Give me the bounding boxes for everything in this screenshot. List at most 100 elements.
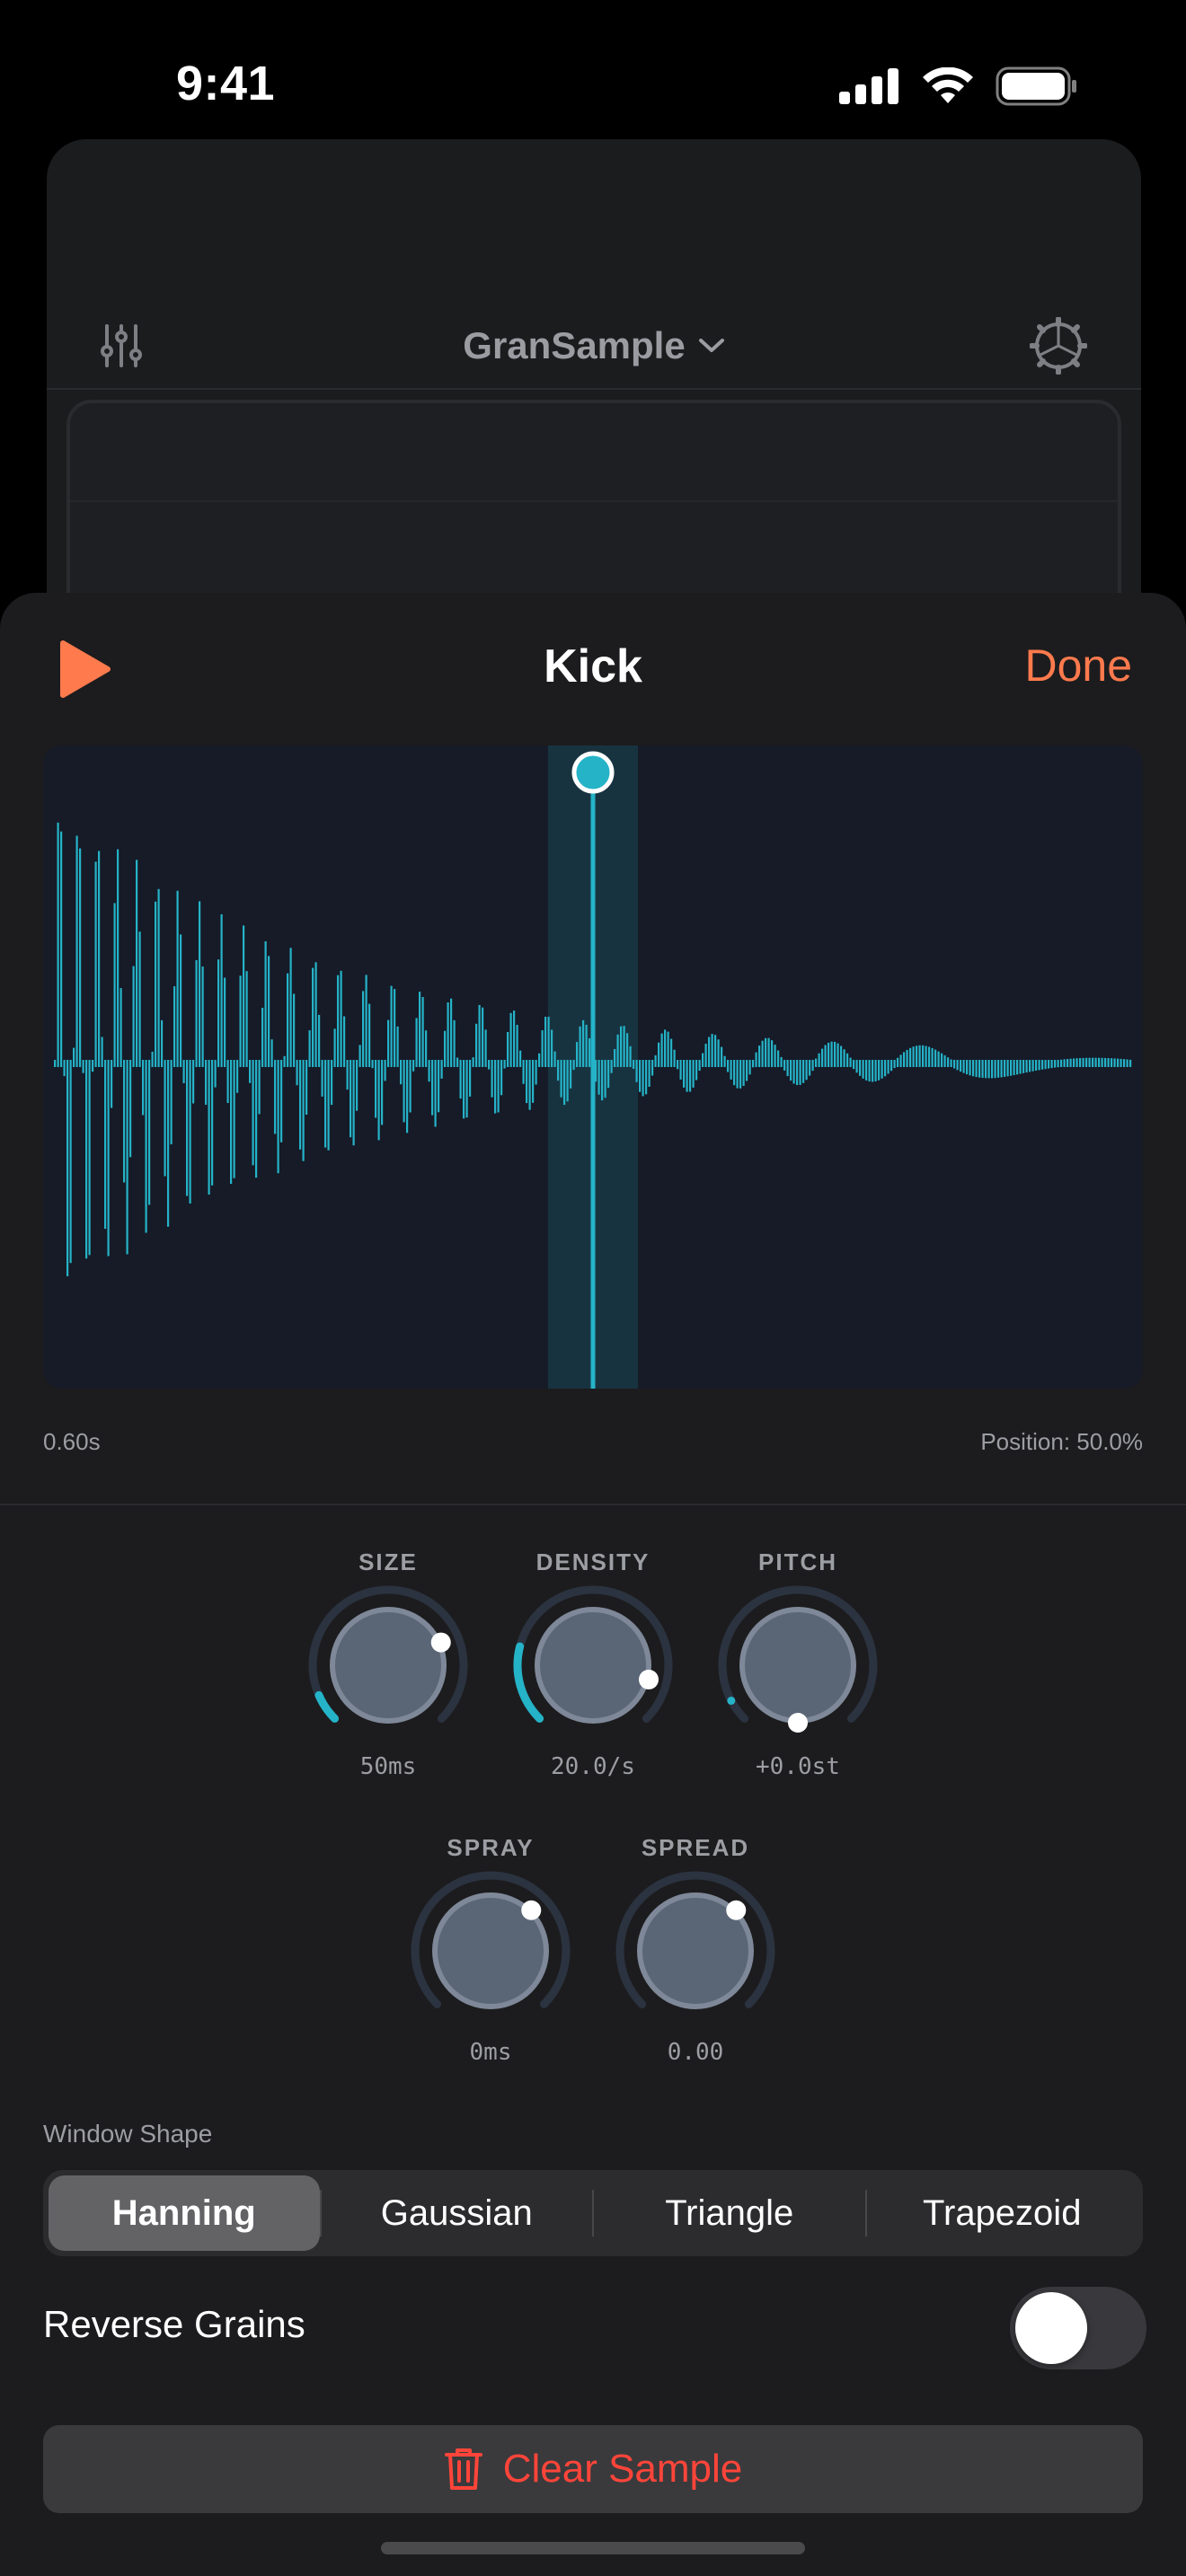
wave-bar (488, 1060, 491, 1070)
wave-bar (312, 967, 314, 1067)
wave-bar (677, 1060, 679, 1070)
wave-bar (107, 1060, 110, 1257)
spray-knob[interactable]: SPRAY 0ms (401, 1834, 580, 2068)
wave-bar (689, 1060, 692, 1092)
wave-bar (1060, 1059, 1063, 1067)
wave-bar (953, 1060, 956, 1069)
wave-bar (878, 1060, 881, 1081)
wave-bar (805, 1060, 808, 1081)
knob-cap (535, 1607, 651, 1724)
waveform-view[interactable] (43, 745, 1143, 1389)
segment-triangle[interactable]: Triangle (594, 2175, 865, 2251)
wave-bar (717, 1039, 720, 1067)
wave-bar (157, 888, 160, 1067)
reverse-grains-label: Reverse Grains (43, 2303, 305, 2345)
wave-bar (491, 1060, 493, 1098)
wave-bar (809, 1060, 811, 1076)
wave-bar (371, 1060, 374, 1069)
wave-bar (136, 860, 138, 1067)
segment-gaussian[interactable]: Gaussian (322, 2175, 593, 2251)
wave-bar (236, 1060, 239, 1093)
wave-bar (1069, 1058, 1072, 1067)
wave-bar (145, 1060, 147, 1233)
wave-bar (544, 1017, 547, 1067)
wave-bar (937, 1051, 940, 1067)
wave-bar (164, 1060, 166, 1177)
wave-bar (943, 1054, 946, 1067)
clear-sample-button[interactable]: Clear Sample (43, 2425, 1143, 2513)
wave-bar (941, 1053, 943, 1067)
size-label: SIZE (358, 1548, 418, 1575)
sheet-title: Kick (544, 640, 642, 693)
wave-bar (654, 1054, 657, 1067)
wave-bar (777, 1050, 780, 1067)
wave-bar (155, 901, 157, 1067)
knob-cap (739, 1607, 856, 1724)
wave-bar (987, 1060, 990, 1079)
wave-bar (828, 1042, 830, 1067)
wave-bar (994, 1060, 996, 1079)
wave-bar (730, 1060, 732, 1080)
wave-bar (94, 861, 97, 1067)
reverse-grains-toggle[interactable] (1010, 2287, 1146, 2369)
wave-bar (897, 1057, 899, 1067)
wave-bar (394, 989, 396, 1067)
wave-bar (884, 1060, 887, 1077)
wave-bar (239, 975, 242, 1067)
window-shape-label: Window Shape (43, 2120, 213, 2148)
wave-bar (528, 1060, 531, 1110)
wave-bar (821, 1048, 824, 1067)
wave-bar (296, 1060, 298, 1086)
size-dial (308, 1585, 468, 1724)
wave-bar (890, 1060, 893, 1072)
segment-hanning[interactable]: Hanning (49, 2175, 320, 2251)
wave-bar (541, 1030, 544, 1067)
wave-bar (180, 934, 182, 1067)
background-divider (47, 388, 1141, 390)
wave-bar (1117, 1058, 1120, 1067)
wave-bar (865, 1060, 868, 1081)
knob-cap (330, 1607, 447, 1724)
wave-bar (425, 1030, 428, 1067)
spread-knob[interactable]: SPREAD 0.00 (606, 1834, 785, 2068)
wave-bar (280, 1060, 283, 1142)
knob-indicator (521, 1900, 542, 1920)
wave-bar (651, 1060, 654, 1076)
pitch-label: PITCH (758, 1548, 837, 1575)
density-knob[interactable]: DENSITY 20.0/s (503, 1548, 683, 1782)
knob-indicator (430, 1632, 451, 1653)
wave-bar (182, 1060, 185, 1083)
wave-bar (123, 1060, 126, 1183)
wave-bar (167, 1060, 170, 1227)
settings-gear-icon[interactable] (1030, 317, 1087, 375)
wave-bar (264, 941, 267, 1067)
wave-bar (465, 1060, 468, 1118)
wave-bar (475, 1023, 478, 1067)
wave-bar (450, 998, 453, 1067)
wave-bar (1063, 1059, 1066, 1067)
wave-bar (69, 1060, 72, 1264)
playhead-handle[interactable] (571, 751, 615, 794)
wave-bar (337, 975, 340, 1067)
wave-bar (343, 1016, 346, 1067)
wave-bar (1035, 1060, 1038, 1071)
wave-bar (66, 1060, 69, 1276)
wave-bar (660, 1033, 663, 1067)
wave-bar (522, 1060, 525, 1084)
wave-bar (208, 1060, 210, 1195)
wave-bar (918, 1045, 921, 1067)
wave-bar (214, 1060, 217, 1088)
pitch-knob[interactable]: PITCH +0.0st (708, 1548, 888, 1782)
wave-bar (1054, 1060, 1057, 1068)
wave-bar (161, 1019, 164, 1067)
done-button[interactable]: Done (1024, 640, 1132, 692)
wave-bar (318, 1014, 321, 1067)
window-shape-control: Hanning Gaussian Triangle Trapezoid (43, 2170, 1143, 2256)
wave-bar (104, 1060, 107, 1230)
wave-bar (321, 1060, 323, 1097)
segment-trapezoid[interactable]: Trapezoid (867, 2175, 1138, 2251)
size-knob[interactable]: SIZE 50ms (298, 1548, 478, 1782)
wave-bar (670, 1038, 673, 1067)
app-title-menu[interactable]: GranSample (47, 292, 1141, 400)
wave-bar (881, 1060, 883, 1079)
